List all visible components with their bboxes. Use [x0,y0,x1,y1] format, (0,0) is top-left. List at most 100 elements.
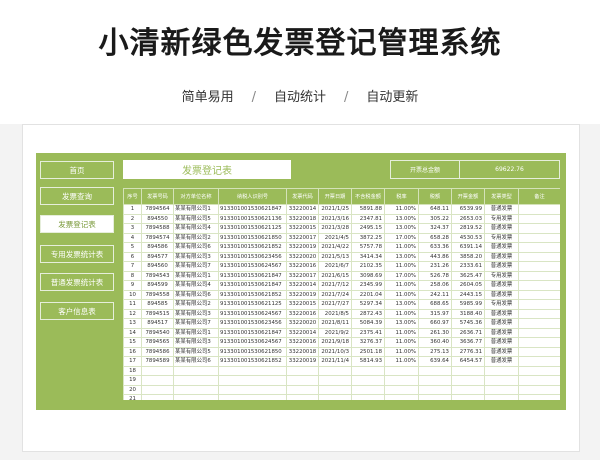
table-cell[interactable] [518,251,560,262]
table-cell[interactable]: 2021/1/25 [318,204,352,215]
table-cell[interactable]: 894517 [141,318,174,329]
table-cell[interactable]: 普通发票 [484,327,519,338]
table-cell[interactable]: 526.78 [418,270,452,281]
table-cell[interactable]: 5297.34 [351,299,385,310]
table-cell[interactable]: 7894540 [141,327,174,338]
table-cell[interactable]: 专用发票 [484,299,519,310]
table-cell[interactable]: 2501.18 [351,346,385,357]
table-cell[interactable]: 33220020 [286,318,319,329]
table-cell[interactable]: 专用发票 [484,232,519,243]
table-cell[interactable] [451,375,485,386]
table-cell[interactable]: 4 [123,232,142,243]
table-cell[interactable]: 2021/7/12 [318,280,352,291]
table-cell[interactable]: 13.00% [384,318,419,329]
table-cell[interactable] [218,394,287,400]
table-cell[interactable]: 某某有限公司7 [173,318,219,329]
table-cell[interactable]: 33220014 [286,280,319,291]
table-cell[interactable]: 913301001530621125 [218,223,287,234]
table-cell[interactable]: 913301001530621847 [218,280,287,291]
table-cell[interactable]: 3858.20 [451,251,485,262]
table-cell[interactable]: 913301001530621850 [218,232,287,243]
table-cell[interactable] [418,365,452,376]
table-cell[interactable]: 某某有限公司2 [173,232,219,243]
table-cell[interactable]: 18 [123,365,142,376]
table-cell[interactable]: 5 [123,242,142,253]
table-cell[interactable] [384,365,419,376]
table-cell[interactable]: 894599 [141,280,174,291]
table-cell[interactable]: 33220016 [286,261,319,272]
table-cell[interactable]: 11.00% [384,327,419,338]
table-cell[interactable]: 2201.04 [351,289,385,300]
table-cell[interactable]: 11 [123,299,142,310]
table-cell[interactable]: 2776.31 [451,346,485,357]
table-cell[interactable]: 某某有限公司1 [173,327,219,338]
table-cell[interactable]: 913301001530624567 [218,308,287,319]
table-cell[interactable]: 33220015 [286,223,319,234]
table-cell[interactable]: 某某有限公司4 [173,223,219,234]
table-cell[interactable] [286,365,319,376]
table-cell[interactable] [141,384,174,395]
table-cell[interactable]: 5757.78 [351,242,385,253]
table-cell[interactable]: 2021/8/5 [318,308,352,319]
table-cell[interactable]: 某某有限公司1 [173,270,219,281]
table-cell[interactable] [518,204,560,215]
table-cell[interactable]: 688.65 [418,299,452,310]
table-cell[interactable] [141,365,174,376]
table-cell[interactable]: 普通发票 [484,251,519,262]
table-cell[interactable]: 某某有限公司1 [173,204,219,215]
table-cell[interactable]: 某某有限公司3 [173,251,219,262]
table-cell[interactable] [518,375,560,386]
table-cell[interactable]: 2021/6/15 [318,270,352,281]
table-cell[interactable] [518,280,560,291]
table-cell[interactable]: 普通发票 [484,261,519,272]
table-cell[interactable]: 33220014 [286,327,319,338]
table-cell[interactable]: 913301001530621136 [218,213,287,224]
table-cell[interactable]: 2495.15 [351,223,385,234]
table-cell[interactable]: 2345.99 [351,280,385,291]
table-cell[interactable] [518,289,560,300]
table-cell[interactable]: 6539.99 [451,204,485,215]
table-cell[interactable]: 3188.40 [451,308,485,319]
table-cell[interactable] [518,356,560,367]
table-cell[interactable]: 11.00% [384,289,419,300]
table-cell[interactable]: 普通发票 [484,280,519,291]
table-cell[interactable]: 648.11 [418,204,452,215]
table-cell[interactable]: 33220015 [286,299,319,310]
table-cell[interactable]: 324.37 [418,223,452,234]
table-cell[interactable]: 3414.34 [351,251,385,262]
table-cell[interactable]: 14 [123,327,142,338]
table-cell[interactable]: 3636.77 [451,337,485,348]
table-cell[interactable]: 242.11 [418,289,452,300]
table-cell[interactable] [518,261,560,272]
table-cell[interactable]: 2021/10/3 [318,346,352,357]
table-cell[interactable] [518,232,560,243]
table-cell[interactable] [518,308,560,319]
table-cell[interactable]: 16 [123,346,142,357]
table-cell[interactable] [351,384,385,395]
table-cell[interactable]: 443.86 [418,251,452,262]
table-cell[interactable]: 33220017 [286,270,319,281]
table-cell[interactable] [286,375,319,386]
table-cell[interactable]: 普通发票 [484,346,519,357]
table-cell[interactable]: 2653.03 [451,213,485,224]
table-cell[interactable]: 专用发票 [484,213,519,224]
table-cell[interactable]: 305.22 [418,213,452,224]
table-cell[interactable]: 2021/3/16 [318,213,352,224]
table-cell[interactable]: 13 [123,318,142,329]
table-cell[interactable]: 专用发票 [484,270,519,281]
table-cell[interactable]: 普通发票 [484,223,519,234]
table-cell[interactable]: 913301001530621847 [218,327,287,338]
table-cell[interactable]: 21 [123,394,142,400]
table-cell[interactable]: 658.28 [418,232,452,243]
table-cell[interactable] [518,223,560,234]
table-cell[interactable]: 3625.47 [451,270,485,281]
table-cell[interactable]: 33220018 [286,346,319,357]
table-cell[interactable]: 33220018 [286,213,319,224]
table-cell[interactable]: 某某有限公司3 [173,337,219,348]
table-cell[interactable]: 11.00% [384,308,419,319]
table-cell[interactable]: 2604.05 [451,280,485,291]
table-cell[interactable]: 633.36 [418,242,452,253]
table-cell[interactable] [384,384,419,395]
table-cell[interactable]: 13.00% [384,223,419,234]
table-cell[interactable]: 普通发票 [484,289,519,300]
